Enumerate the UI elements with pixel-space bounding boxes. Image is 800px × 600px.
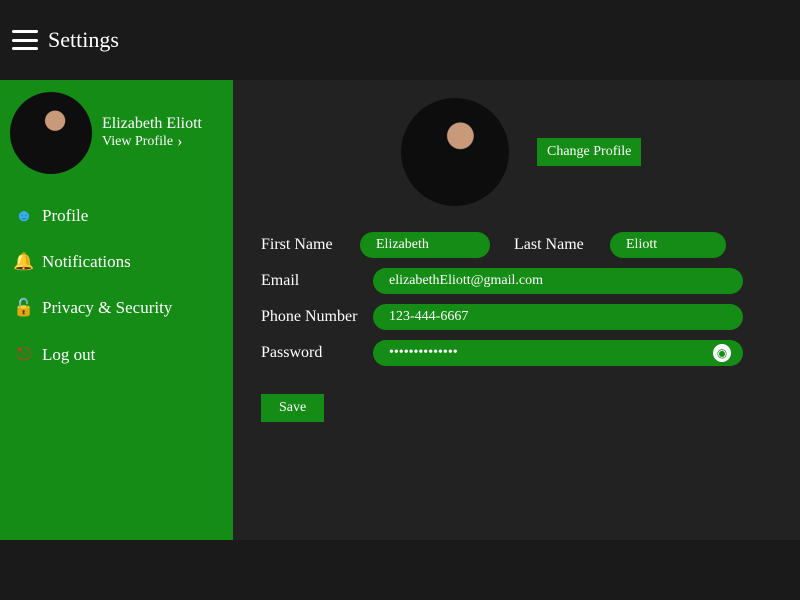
sidebar-item-label: Profile bbox=[42, 206, 88, 226]
avatar bbox=[10, 92, 92, 174]
view-profile-label: View Profile bbox=[102, 134, 173, 150]
logout-icon: ⎋ bbox=[14, 344, 34, 365]
last-name-label: Last Name bbox=[514, 236, 596, 254]
avatar-large bbox=[401, 98, 509, 206]
sidebar: Elizabeth Eliott View Profile › ☻ Profil… bbox=[0, 80, 233, 540]
main-panel: Change Profile First Name Last Name Emai… bbox=[233, 80, 800, 540]
password-field[interactable] bbox=[373, 340, 743, 366]
bell-icon: 🔔 bbox=[14, 252, 34, 272]
change-profile-button[interactable]: Change Profile bbox=[537, 138, 641, 166]
profile-form: First Name Last Name Email Phone Number … bbox=[261, 232, 772, 422]
eye-icon[interactable]: ◉ bbox=[713, 344, 731, 362]
last-name-field[interactable] bbox=[610, 232, 726, 258]
sidebar-user: Elizabeth Eliott View Profile › bbox=[10, 92, 223, 174]
sidebar-user-name: Elizabeth Eliott bbox=[102, 115, 202, 133]
save-button[interactable]: Save bbox=[261, 394, 324, 422]
first-name-field[interactable] bbox=[360, 232, 490, 258]
sidebar-item-label: Log out bbox=[42, 345, 95, 365]
page-title: Settings bbox=[48, 27, 119, 53]
email-field[interactable] bbox=[373, 268, 743, 294]
sidebar-item-notifications[interactable]: 🔔 Notifications bbox=[14, 252, 223, 272]
first-name-label: First Name bbox=[261, 236, 346, 254]
sidebar-item-label: Notifications bbox=[42, 252, 131, 272]
password-label: Password bbox=[261, 344, 359, 362]
sidebar-item-profile[interactable]: ☻ Profile bbox=[14, 206, 223, 226]
user-icon: ☻ bbox=[14, 206, 34, 226]
lock-icon: 🔓 bbox=[14, 298, 34, 318]
email-label: Email bbox=[261, 272, 359, 290]
view-profile-link[interactable]: View Profile › bbox=[102, 133, 202, 151]
menu-icon[interactable] bbox=[12, 30, 38, 50]
phone-field[interactable] bbox=[373, 304, 743, 330]
chevron-right-icon: › bbox=[177, 133, 182, 151]
sidebar-item-logout[interactable]: ⎋ Log out bbox=[14, 344, 223, 365]
phone-label: Phone Number bbox=[261, 308, 359, 326]
sidebar-item-privacy[interactable]: 🔓 Privacy & Security bbox=[14, 298, 223, 318]
sidebar-item-label: Privacy & Security bbox=[42, 298, 172, 318]
